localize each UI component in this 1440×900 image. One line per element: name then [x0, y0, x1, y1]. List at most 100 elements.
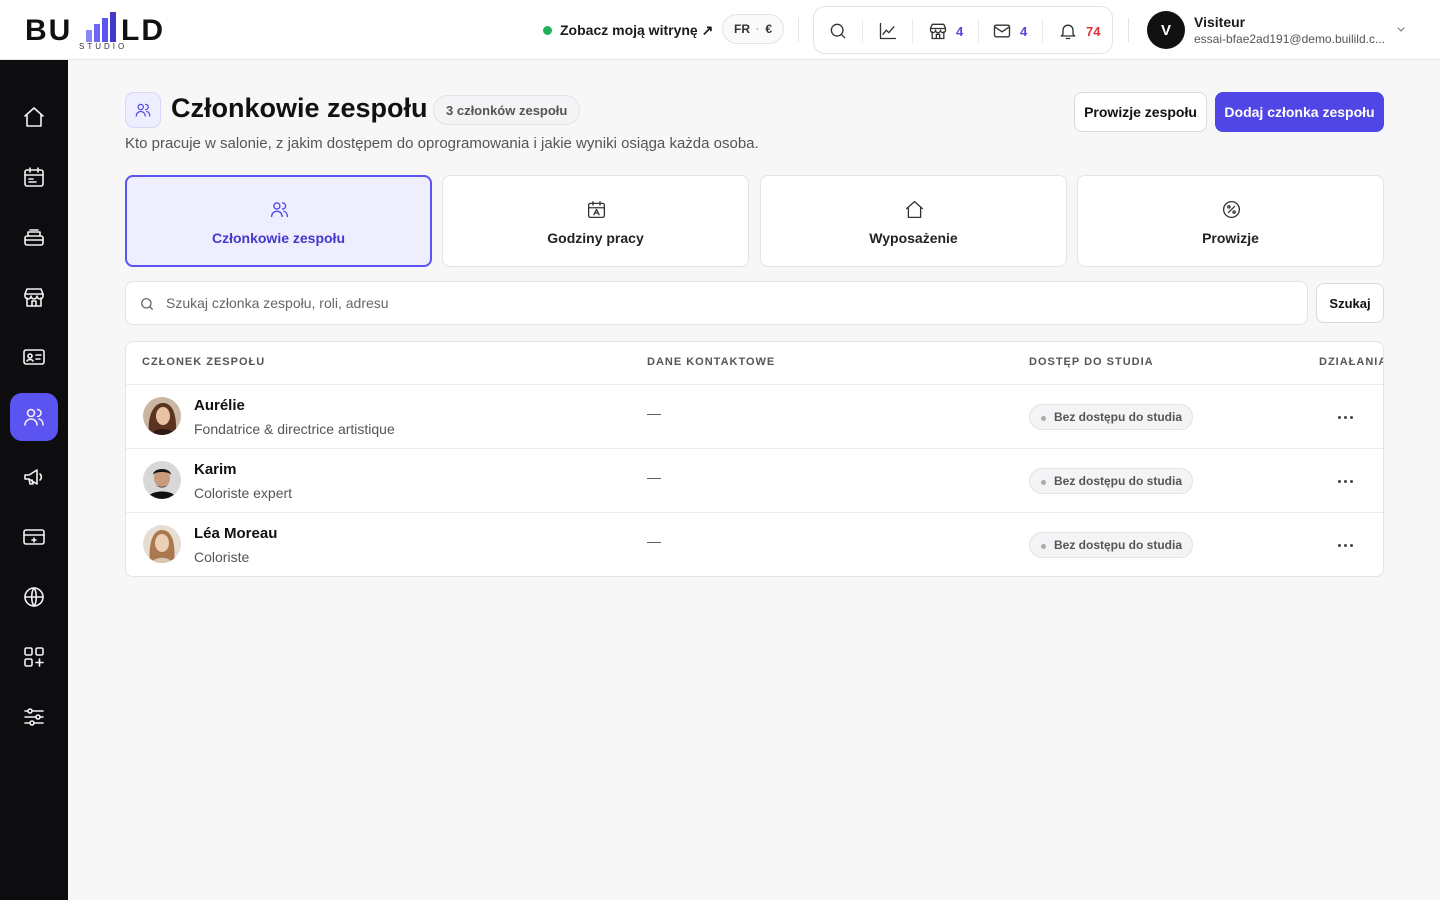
- store-icon: [24, 288, 44, 307]
- user-menu[interactable]: V Visiteur essai-bfae2ad191@demo.builild…: [1147, 11, 1417, 49]
- notifications-count: 74: [1086, 23, 1101, 39]
- messages-count: 4: [1020, 23, 1028, 39]
- svg-text:BU: BU: [25, 14, 72, 47]
- statistics-button[interactable]: [878, 19, 898, 43]
- svg-text:LD: LD: [121, 14, 165, 47]
- sidebar-item-settings[interactable]: [10, 693, 58, 741]
- more-actions-button[interactable]: [1330, 469, 1360, 493]
- sidebar-item-payments[interactable]: [10, 513, 58, 561]
- team-icon: [135, 103, 151, 117]
- chart-icon: [879, 22, 897, 40]
- apps-icon: [24, 647, 44, 667]
- divider: [798, 18, 799, 42]
- tab-equipment[interactable]: Wyposażenie: [760, 175, 1067, 267]
- member-avatar: [143, 525, 181, 563]
- currency-symbol: €: [765, 22, 773, 36]
- member-name: Karim: [194, 461, 237, 478]
- member-contact: —: [647, 469, 661, 485]
- store-icon: [929, 23, 947, 40]
- member-name: Aurélie: [194, 397, 245, 414]
- divider: [1128, 18, 1129, 42]
- studio-access-badge: Bez dostępu do studia: [1029, 532, 1194, 558]
- top-bar: BU LD STUDIO Zobacz moją witrynę ↗ FR · …: [0, 0, 1440, 60]
- sidebar-item-home[interactable]: [10, 93, 58, 141]
- search-button[interactable]: [828, 19, 848, 43]
- home-icon: [24, 107, 44, 127]
- globe-icon: [24, 587, 44, 607]
- add-team-member-button[interactable]: Dodaj członka zespołu: [1215, 92, 1384, 132]
- page-title-icon: [125, 92, 161, 128]
- sidebar-item-clients[interactable]: [10, 333, 58, 381]
- sidebar-item-team[interactable]: [10, 393, 58, 441]
- tab-label: Wyposażenie: [869, 230, 958, 246]
- member-role: Coloriste: [194, 549, 250, 565]
- user-name: Visiteur: [1194, 14, 1246, 30]
- language-currency-selector[interactable]: FR · €: [722, 14, 784, 44]
- notifications-button[interactable]: 74: [1058, 19, 1100, 43]
- studio-access-badge: Bez dostępu do studia: [1029, 404, 1194, 430]
- member-role: Fondatrice & directrice artistique: [194, 421, 395, 437]
- column-header-contact: DANE KONTAKTOWE: [647, 356, 776, 368]
- home-icon: [905, 200, 924, 219]
- tab-label: Prowizje: [1202, 230, 1259, 246]
- avatar: V: [1147, 11, 1185, 49]
- team-icon: [270, 202, 289, 218]
- team-search-input[interactable]: [166, 290, 1286, 316]
- tab-commissions[interactable]: Prowizje: [1077, 175, 1384, 267]
- mail-icon: [993, 24, 1011, 38]
- chevron-down-icon: [1397, 27, 1405, 32]
- more-actions-button[interactable]: [1330, 533, 1360, 557]
- build-studio-logo[interactable]: BU LD STUDIO: [25, 8, 185, 52]
- member-avatar: [143, 397, 181, 435]
- payment-icon: [23, 529, 45, 545]
- divider: [912, 19, 913, 43]
- sidebar-item-register[interactable]: [10, 213, 58, 261]
- more-actions-button[interactable]: [1330, 405, 1360, 429]
- language-code: FR: [733, 22, 750, 36]
- column-header-actions: DZIAŁANIA: [1319, 356, 1384, 368]
- percent-icon: [1222, 200, 1241, 219]
- team-members-table: CZŁONEK ZESPOŁU DANE KONTAKTOWE DOSTĘP D…: [125, 341, 1384, 577]
- member-contact: —: [647, 405, 661, 421]
- messages-button[interactable]: 4: [992, 19, 1027, 43]
- table-row[interactable]: Léa Moreau Coloriste — Bez dostępu do st…: [126, 513, 1383, 576]
- toolbar-group: 4 4 74: [813, 6, 1113, 54]
- tab-team-members[interactable]: Członkowie zespołu: [125, 175, 432, 267]
- team-icon: [24, 408, 44, 426]
- sidebar-item-marketing[interactable]: [10, 453, 58, 501]
- member-count-badge: 3 członków zespołu: [433, 95, 581, 125]
- column-header-member: CZŁONEK ZESPOŁU: [142, 356, 266, 368]
- table-row[interactable]: Aurélie Fondatrice & directrice artistiq…: [126, 385, 1383, 449]
- sidebar-item-store[interactable]: [10, 273, 58, 321]
- logo-subtitle: STUDIO: [79, 42, 128, 51]
- separator-dot: ·: [755, 23, 760, 35]
- member-contact: —: [647, 533, 661, 549]
- search-icon: [830, 23, 846, 39]
- studio-access-badge: Bez dostępu do studia: [1029, 468, 1194, 494]
- user-email: essai-bfae2ad191@demo.builild.c...: [1194, 32, 1385, 46]
- view-my-site-label: Zobacz moją witrynę ↗: [560, 21, 714, 38]
- table-row[interactable]: Karim Coloriste expert — Bez dostępu do …: [126, 449, 1383, 513]
- calendar-icon: [587, 200, 606, 219]
- sidebar-item-apps[interactable]: [10, 633, 58, 681]
- divider: [978, 19, 979, 43]
- store-button[interactable]: 4: [928, 19, 963, 43]
- settings-sliders-icon: [24, 708, 44, 726]
- column-header-access: DOSTĘP DO STUDIA: [1029, 356, 1154, 368]
- sidebar-item-website[interactable]: [10, 573, 58, 621]
- search-field: [125, 281, 1308, 325]
- tab-label: Godziny pracy: [547, 230, 644, 246]
- view-my-site-link[interactable]: Zobacz moją witrynę ↗: [543, 20, 713, 40]
- client-card-icon: [23, 349, 45, 365]
- team-commissions-button[interactable]: Prowizje zespołu: [1074, 92, 1207, 132]
- store-count: 4: [956, 23, 964, 39]
- sidebar: [0, 60, 68, 900]
- member-name: Léa Moreau: [194, 525, 278, 542]
- bell-icon: [1060, 24, 1076, 40]
- sidebar-item-calendar[interactable]: [10, 153, 58, 201]
- tab-working-hours[interactable]: Godziny pracy: [442, 175, 749, 267]
- calendar-icon: [24, 167, 44, 187]
- megaphone-icon: [24, 469, 43, 485]
- page-subtitle: Kto pracuje w salonie, z jakim dostępem …: [125, 135, 759, 152]
- search-submit-button[interactable]: Szukaj: [1316, 283, 1384, 323]
